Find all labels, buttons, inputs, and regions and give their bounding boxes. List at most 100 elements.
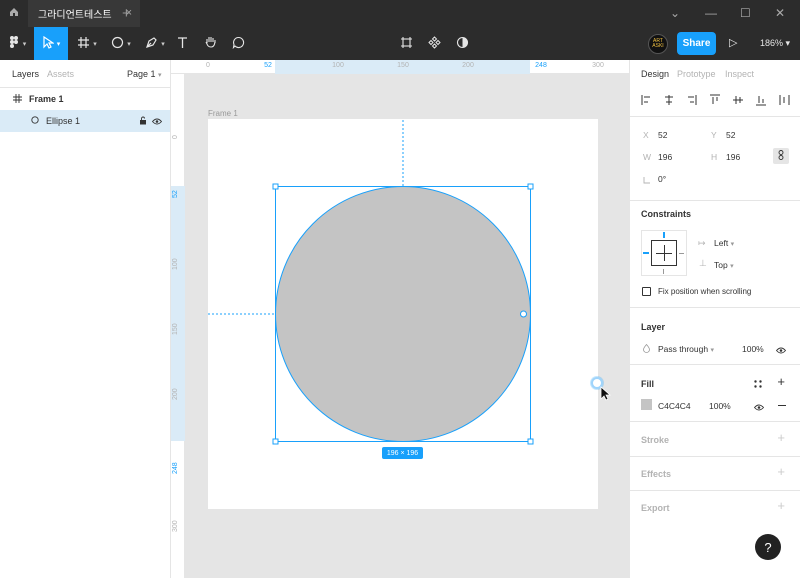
constraint-bottom[interactable]: [663, 269, 664, 274]
tab-prototype[interactable]: Prototype: [677, 69, 716, 79]
export-title: Export: [641, 503, 670, 513]
resize-handle-ne: [527, 183, 534, 190]
constraints-section: Constraints ↦ Left ▾ ⊥ Top ▾ Fix positio…: [630, 200, 800, 307]
minimize-button[interactable]: —: [705, 6, 717, 20]
user-avatar[interactable]: ART ASKI: [648, 34, 668, 54]
resize-handle-sw: [272, 438, 279, 445]
move-tool-button[interactable]: ▾: [34, 27, 68, 60]
fix-position-checkbox[interactable]: [642, 287, 651, 296]
tab-assets[interactable]: Assets: [47, 69, 74, 79]
share-button[interactable]: Share: [677, 32, 716, 55]
help-button[interactable]: ?: [755, 534, 781, 560]
frame-tool-button[interactable]: ▾: [72, 27, 102, 60]
stroke-title: Stroke: [641, 435, 670, 445]
blend-mode-value: Pass through: [658, 344, 709, 354]
effects-title: Effects: [641, 469, 672, 479]
component-frame-button[interactable]: [396, 27, 416, 60]
mouse-cursor-icon: [600, 386, 612, 401]
add-effect-icon[interactable]: +: [777, 464, 785, 479]
height-input[interactable]: 196: [726, 152, 740, 162]
x-label: X: [643, 130, 649, 140]
layer-name: Frame 1: [29, 94, 64, 104]
fill-hex-input[interactable]: C4C4C4: [658, 401, 691, 411]
add-stroke-icon[interactable]: +: [777, 430, 785, 445]
tab-inspect[interactable]: Inspect: [725, 69, 754, 79]
fill-opacity-input[interactable]: 100%: [709, 401, 731, 411]
comment-icon: [232, 36, 245, 52]
lock-icon[interactable]: [139, 116, 147, 127]
layer-visibility-eye-icon[interactable]: [775, 345, 787, 357]
home-button[interactable]: [0, 0, 28, 27]
selection-overlay: [208, 120, 612, 445]
layer-title: Layer: [641, 322, 666, 332]
create-component-button[interactable]: [424, 27, 444, 60]
main-menu-button[interactable]: ▾: [0, 27, 34, 60]
zoom-dropdown[interactable]: 186% ▾: [760, 38, 790, 49]
contrast-icon: [456, 36, 469, 52]
blend-mode-dropdown[interactable]: Pass through ▾: [658, 344, 714, 354]
pen-icon: [145, 36, 158, 52]
crop-icon: [400, 36, 413, 52]
cursor-icon: [42, 35, 55, 52]
layer-row-ellipse[interactable]: Ellipse 1: [0, 110, 170, 132]
add-fill-icon[interactable]: +: [777, 374, 785, 389]
tab-layers[interactable]: Layers: [12, 69, 39, 79]
remove-fill-icon[interactable]: [778, 405, 786, 406]
vertical-constraint-dropdown[interactable]: Top ▾: [714, 260, 734, 270]
constraints-cross-h: [656, 253, 672, 254]
close-window-button[interactable]: ✕: [775, 6, 785, 20]
properties-panel: Design Prototype Inspect X 52 Y 52 W 196…: [629, 60, 800, 578]
text-icon: [176, 36, 189, 52]
constraint-top-active[interactable]: [663, 232, 665, 238]
fill-color-swatch[interactable]: [641, 399, 652, 410]
layer-section: Layer Pass through ▾ 100%: [630, 307, 800, 364]
fill-section: Fill + C4C4C4 100%: [630, 364, 800, 421]
add-export-icon[interactable]: +: [777, 498, 785, 513]
frame-icon: [77, 36, 90, 52]
constraints-title: Constraints: [641, 209, 692, 219]
fill-visibility-eye-icon[interactable]: [753, 402, 765, 414]
blend-mode-icon: [643, 343, 650, 356]
frame-layer-icon: [13, 93, 23, 105]
y-label: Y: [711, 130, 717, 140]
y-input[interactable]: 52: [726, 130, 735, 140]
menu-chevron-icon[interactable]: ⌄: [670, 6, 680, 20]
hand-tool-button[interactable]: [200, 27, 220, 60]
present-play-icon[interactable]: ▷: [729, 36, 737, 49]
horizontal-constraint-dropdown[interactable]: Left ▾: [714, 238, 734, 248]
text-tool-button[interactable]: [172, 27, 192, 60]
ellipse-shape: [275, 186, 531, 442]
title-bar: 그라디언트테스트 × + ⌄ — ☐ ✕: [0, 0, 800, 27]
x-input[interactable]: 52: [658, 130, 667, 140]
comment-tool-button[interactable]: [228, 27, 248, 60]
constrain-proportions-button[interactable]: [773, 148, 789, 164]
h-label: H: [711, 152, 718, 162]
component-icon: [427, 35, 441, 52]
fill-title: Fill: [641, 379, 654, 389]
layer-row-frame[interactable]: Frame 1: [0, 88, 170, 110]
eye-icon[interactable]: [151, 117, 163, 127]
alignment-icons[interactable]: [641, 94, 796, 106]
layer-opacity-input[interactable]: 100%: [742, 344, 764, 354]
constraint-right[interactable]: [679, 253, 684, 254]
vertical-constraint-icon: ⊥: [699, 258, 707, 268]
width-input[interactable]: 196: [658, 152, 672, 162]
horizontal-constraint-value: Left: [714, 238, 729, 248]
new-tab-button[interactable]: +: [122, 5, 131, 22]
pen-tool-button[interactable]: ▾: [140, 27, 170, 60]
w-label: W: [643, 152, 652, 162]
maximize-button[interactable]: ☐: [740, 6, 751, 20]
rotation-input[interactable]: 0°: [658, 174, 666, 184]
page-selector[interactable]: Page 1 ▾: [127, 69, 162, 79]
tab-design[interactable]: Design: [641, 69, 669, 79]
constraints-widget[interactable]: [641, 230, 687, 276]
styles-grid-icon[interactable]: [754, 379, 762, 391]
canvas[interactable]: 0 52 100 150 200 248 300 0 52 100 150 20…: [171, 60, 629, 578]
alignment-row: [630, 88, 800, 116]
right-panel-tabs: Design Prototype Inspect: [630, 60, 800, 88]
constraint-left-active[interactable]: [643, 252, 649, 254]
mask-button[interactable]: [452, 27, 472, 60]
zoom-value: 186%: [760, 38, 784, 48]
size-badge: 196 × 196: [382, 447, 423, 459]
shape-tool-button[interactable]: ▾: [106, 27, 136, 60]
